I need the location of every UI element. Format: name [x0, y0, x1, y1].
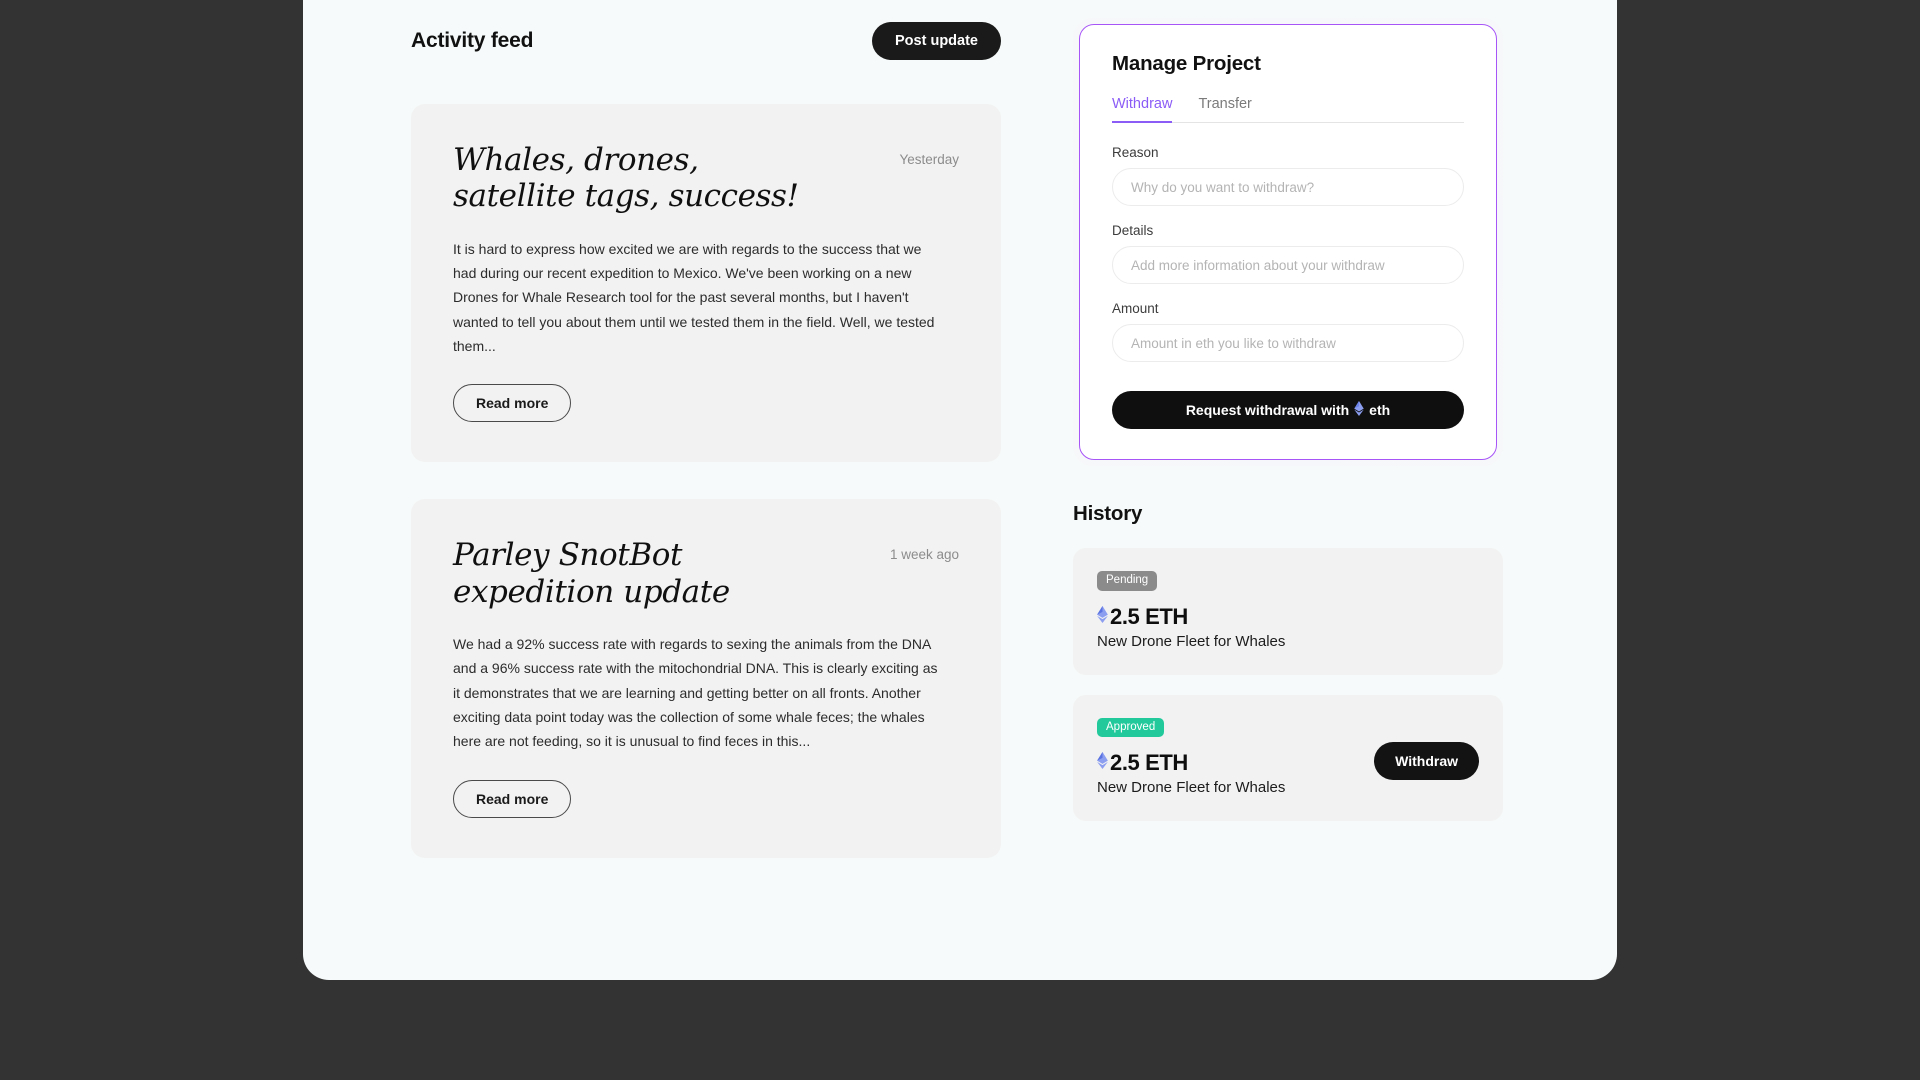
ethereum-icon — [1097, 752, 1108, 774]
activity-post-card: Whales, drones, satellite tags, success!… — [411, 104, 1001, 463]
status-badge: Approved — [1097, 717, 1165, 737]
sidebar-panel: Manage Project Withdraw Transfer Reason … — [1073, 18, 1503, 841]
post-header: Parley SnotBot expedition update 1 week … — [453, 537, 959, 610]
tab-transfer[interactable]: Transfer — [1198, 96, 1251, 123]
history-title: History — [1073, 502, 1143, 525]
activity-feed-section: Activity feed Post update Whales, drones… — [411, 18, 1001, 895]
history-amount: 2.5 ETH — [1110, 750, 1188, 775]
post-timestamp: 1 week ago — [889, 547, 959, 563]
status-badge: Pending — [1097, 571, 1158, 591]
amount-label: Amount — [1112, 301, 1159, 316]
post-title-line-2: satellite tags, success! — [453, 178, 799, 215]
activity-post-card: Parley SnotBot expedition update 1 week … — [411, 499, 1001, 858]
read-more-button[interactable]: Read more — [453, 779, 572, 818]
ethereum-icon — [1354, 401, 1364, 419]
read-more-button[interactable]: Read more — [453, 384, 572, 423]
page-content: Activity feed Post update Whales, drones… — [303, 0, 1617, 980]
manage-project-tabs: Withdraw Transfer — [1112, 96, 1464, 123]
post-update-button[interactable]: Post update — [872, 21, 1001, 61]
history-amount: 2.5 ETH — [1110, 603, 1188, 629]
post-title: Whales, drones, satellite tags, success! — [453, 142, 799, 215]
manage-project-title: Manage Project — [1112, 52, 1261, 75]
activity-feed-header: Activity feed Post update — [411, 18, 1001, 64]
request-withdrawal-label: Request withdrawal with — [1185, 402, 1350, 418]
post-header: Whales, drones, satellite tags, success!… — [453, 142, 959, 215]
post-title-line-1: Parley SnotBot — [453, 537, 683, 574]
post-body: We had a 92% success rate with regards t… — [453, 635, 938, 750]
post-body: It is hard to express how excited we are… — [453, 240, 935, 354]
ethereum-icon — [1097, 605, 1108, 628]
app-window: Activity feed Post update Whales, drones… — [303, 0, 1617, 980]
tab-withdraw[interactable]: Withdraw — [1112, 96, 1173, 123]
post-title-line-2: expedition update — [453, 573, 730, 610]
post-title-line-1: Whales, drones, — [453, 142, 699, 178]
history-amount-row: 2.5 ETH — [1097, 604, 1479, 630]
history-entry-card: Pending 2.5 ETH New Drone Fleet for Whal… — [1073, 548, 1503, 675]
history-description: New Drone Fleet for Whales — [1097, 632, 1286, 650]
history-entry-card: Approved 2.5 ETH New Drone Fleet for Wha… — [1073, 694, 1503, 821]
details-input[interactable] — [1112, 246, 1464, 284]
details-label: Details — [1112, 223, 1154, 238]
manage-project-halo: Manage Project Withdraw Transfer Reason … — [1073, 18, 1503, 466]
request-withdrawal-currency: eth — [1369, 402, 1391, 418]
manage-project-card: Manage Project Withdraw Transfer Reason … — [1079, 24, 1497, 460]
post-title: Parley SnotBot expedition update — [453, 537, 730, 610]
withdraw-button[interactable]: Withdraw — [1374, 741, 1479, 780]
page-title: Activity feed — [411, 29, 534, 52]
history-description: New Drone Fleet for Whales — [1097, 779, 1286, 796]
amount-input[interactable] — [1112, 324, 1464, 362]
request-withdrawal-button[interactable]: Request withdrawal with eth — [1112, 391, 1464, 429]
post-timestamp: Yesterday — [899, 152, 959, 167]
reason-input[interactable] — [1112, 168, 1464, 206]
reason-label: Reason — [1112, 145, 1159, 160]
